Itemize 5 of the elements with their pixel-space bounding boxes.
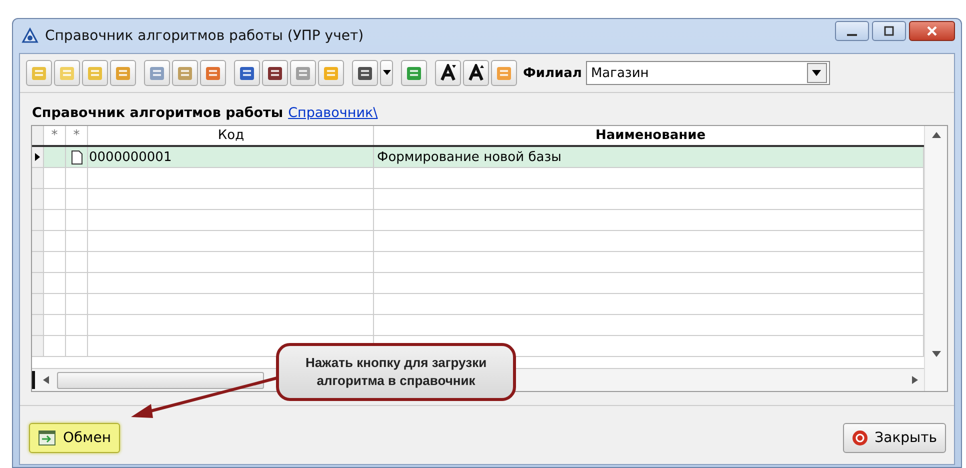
window-title: Справочник алгоритмов работы (УПР учет) (45, 28, 365, 44)
section-title: Справочник алгоритмов работы (32, 105, 284, 121)
table-cell: 0000000001 (88, 147, 374, 167)
filter-label: Филиал (523, 66, 582, 80)
callout-tooltip: Нажать кнопку для загрузки алгоритма в справочник (276, 343, 516, 401)
